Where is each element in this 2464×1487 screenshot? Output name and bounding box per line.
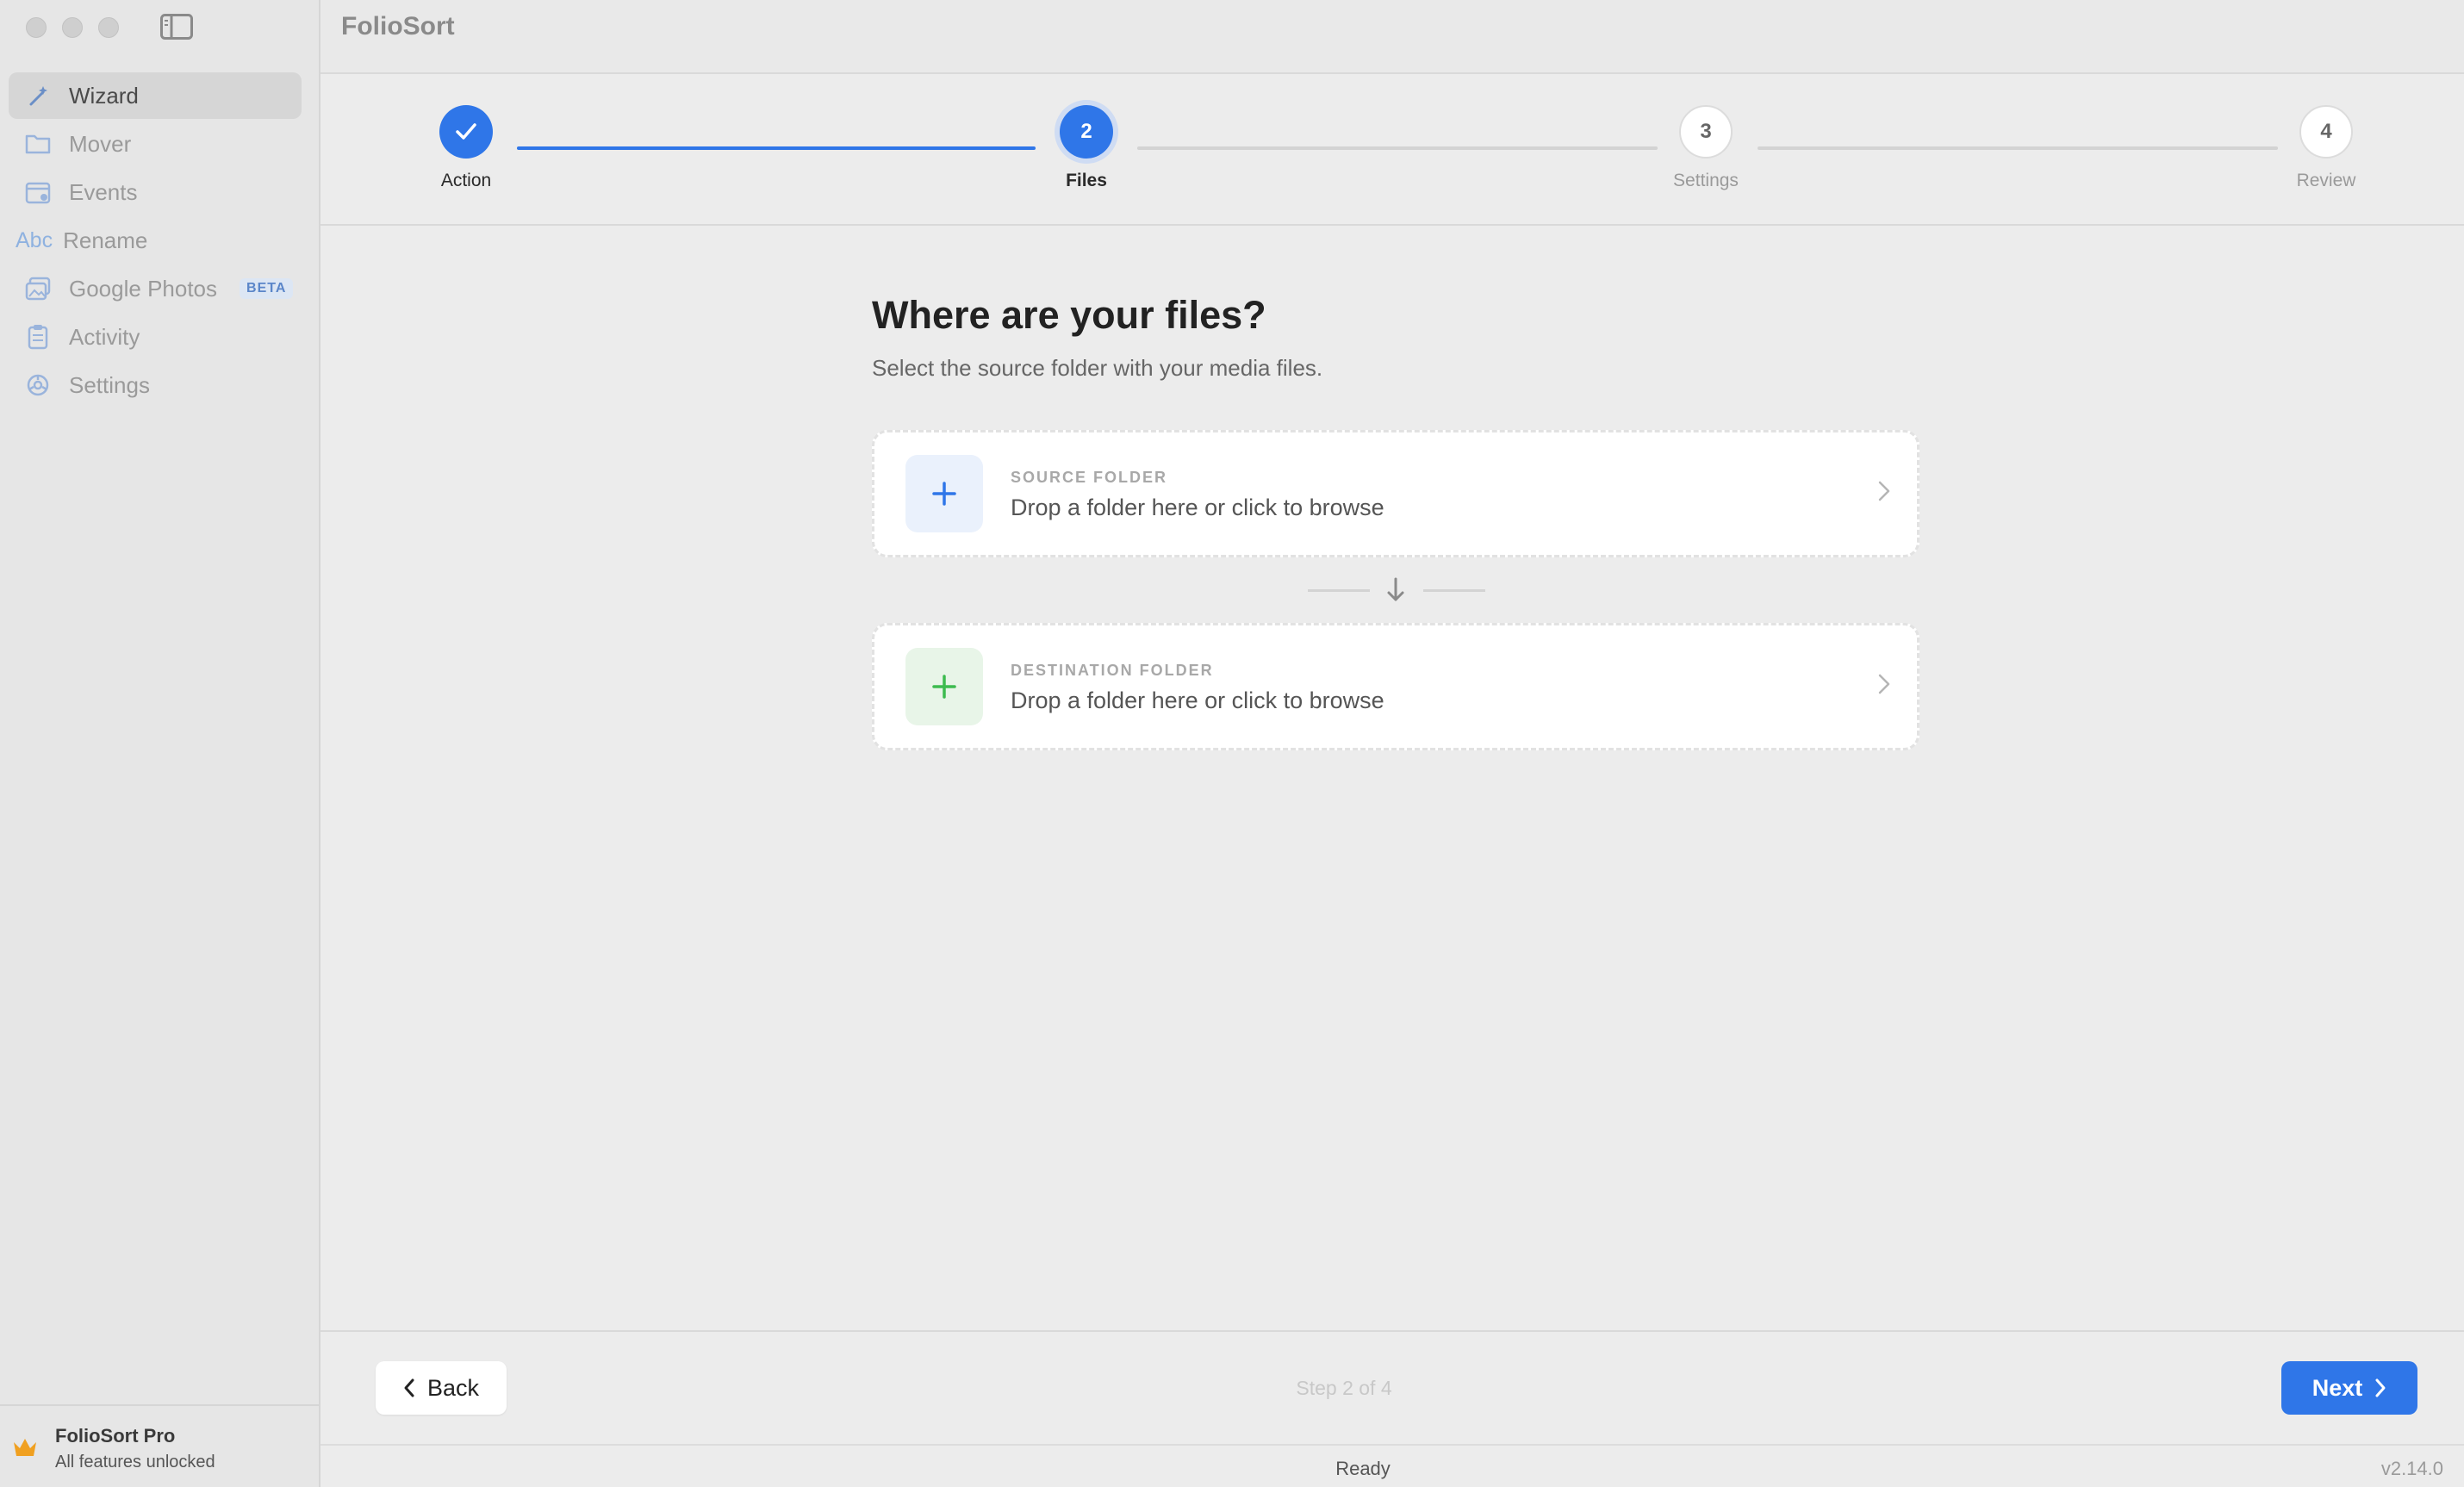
title-bar: FolioSort (320, 0, 2464, 74)
sidebar-item-label: Events (69, 178, 138, 205)
files-panel: Where are your files? Select the source … (872, 293, 1920, 750)
version-label: v2.14.0 (2380, 1458, 2443, 1479)
next-button[interactable]: Next (2281, 1361, 2417, 1415)
step-indicator: Step 2 of 4 (1296, 1377, 1392, 1399)
back-label: Back (426, 1374, 480, 1401)
divider (1423, 589, 1485, 592)
step-label: Action (440, 171, 492, 190)
sidebar-item-activity[interactable]: Activity (9, 314, 302, 360)
page-title: Where are your files? (872, 293, 1266, 337)
minimize-window-button[interactable] (62, 17, 83, 38)
beta-badge: BETA (240, 278, 294, 299)
calendar-icon (24, 178, 52, 206)
abc-icon: Abc (16, 227, 53, 252)
close-window-button[interactable] (26, 17, 47, 38)
divider (1308, 589, 1370, 592)
sidebar-toggle-icon[interactable] (160, 14, 193, 40)
sidebar-item-label: Mover (69, 130, 132, 157)
sidebar-item-events[interactable]: Events (9, 169, 302, 215)
add-source-icon (905, 455, 983, 532)
gear-icon (24, 371, 52, 399)
destination-folder-dropzone[interactable]: DESTINATION FOLDER Drop a folder here or… (872, 623, 1920, 750)
sidebar-item-rename[interactable]: Abc Rename (9, 217, 302, 264)
source-folder-dropzone[interactable]: SOURCE FOLDER Drop a folder here or clic… (872, 430, 1920, 557)
step-settings[interactable]: 3 Settings (1637, 105, 1775, 191)
sidebar-item-label: Google Photos (69, 275, 218, 302)
sidebar-item-mover[interactable]: Mover (9, 121, 302, 167)
step-connector (1137, 146, 1658, 150)
status-bar: Ready v2.14.0 (320, 1444, 2464, 1487)
sidebar-item-label: Wizard (69, 82, 139, 109)
page-subtitle: Select the source folder with your media… (872, 355, 1323, 381)
status-text: Ready (1335, 1458, 1391, 1479)
flow-separator (872, 557, 1920, 623)
step-number: 2 (1060, 105, 1113, 159)
destination-folder-caption: DESTINATION FOLDER (1011, 662, 1214, 679)
folder-icon (24, 130, 52, 158)
step-review[interactable]: 4 Review (2257, 105, 2395, 191)
app-title: FolioSort (341, 12, 455, 40)
add-destination-icon (905, 648, 983, 725)
step-connector (517, 146, 1036, 150)
chevron-right-icon (2374, 1378, 2386, 1398)
sidebar-item-label: Activity (69, 323, 140, 350)
wizard-footer: Back Step 2 of 4 Next (320, 1330, 2464, 1444)
pro-title: FolioSort Pro (55, 1425, 176, 1447)
chevron-right-icon (1877, 479, 1891, 507)
wand-icon (24, 82, 52, 109)
wizard-stepper: Action 2 Files 3 Settings 4 Review (320, 74, 2464, 226)
step-number: 4 (2299, 105, 2353, 159)
source-folder-text: Drop a folder here or click to browse (1011, 495, 1384, 520)
step-files[interactable]: 2 Files (1017, 105, 1155, 191)
source-folder-caption: SOURCE FOLDER (1011, 469, 1168, 486)
chevron-right-icon (1877, 672, 1891, 700)
chevron-left-icon (403, 1378, 415, 1398)
step-label: Files (1066, 171, 1107, 190)
check-icon (439, 105, 493, 159)
window-controls (26, 17, 119, 38)
step-number: 3 (1679, 105, 1733, 159)
next-label: Next (2312, 1374, 2363, 1401)
sidebar-item-settings[interactable]: Settings (9, 362, 302, 408)
step-action[interactable]: Action (397, 105, 535, 191)
step-label: Settings (1673, 171, 1739, 190)
step-label: Review (2296, 171, 2356, 190)
arrow-down-icon (1385, 576, 1406, 608)
sidebar-nav: Wizard Mover Events Abc Rename Google Ph… (9, 72, 302, 410)
crown-icon (12, 1437, 38, 1462)
destination-folder-text: Drop a folder here or click to browse (1011, 688, 1384, 713)
sidebar-item-label: Rename (63, 227, 148, 253)
photos-icon (24, 275, 52, 302)
pro-status: FolioSort Pro All features unlocked (0, 1404, 320, 1487)
sidebar-item-wizard[interactable]: Wizard (9, 72, 302, 119)
zoom-window-button[interactable] (98, 17, 119, 38)
back-button[interactable]: Back (376, 1361, 507, 1415)
step-connector (1758, 146, 2278, 150)
sidebar-item-google-photos[interactable]: Google Photos BETA (9, 265, 302, 312)
sidebar: Wizard Mover Events Abc Rename Google Ph… (0, 0, 320, 1487)
pro-subtitle: All features unlocked (55, 1453, 215, 1471)
clipboard-icon (24, 323, 52, 351)
sidebar-item-label: Settings (69, 371, 150, 398)
